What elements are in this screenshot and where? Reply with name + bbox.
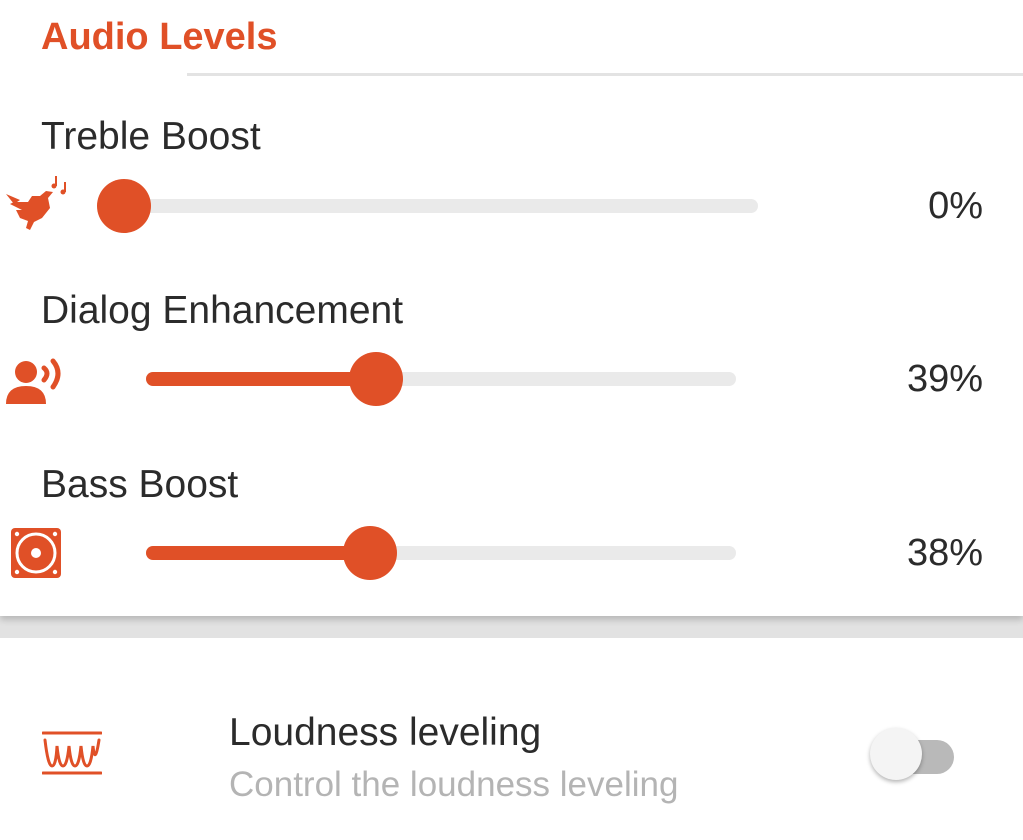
slider-thumb[interactable] xyxy=(97,179,151,233)
subwoofer-icon xyxy=(11,528,61,583)
audio-levels-card: Audio Levels Treble Boost 0% Dialog Enha… xyxy=(0,0,1023,616)
slider-thumb[interactable] xyxy=(349,352,404,406)
bird-icon xyxy=(6,174,70,237)
dialog-enhancement-label: Dialog Enhancement xyxy=(41,289,404,332)
loudness-leveling-title: Loudness leveling xyxy=(229,711,542,754)
loudness-leveling-toggle[interactable] xyxy=(870,726,956,782)
dialog-enhancement-value: 39% xyxy=(906,358,983,400)
slider-thumb[interactable] xyxy=(343,526,398,580)
waveform-icon xyxy=(41,730,103,781)
speaking-person-icon xyxy=(6,356,68,411)
treble-boost-value: 0% xyxy=(928,185,983,227)
loudness-leveling-panel: Loudness leveling Control the loudness l… xyxy=(0,638,1023,840)
dialog-enhancement-row: Dialog Enhancement 39% xyxy=(0,288,1023,448)
loudness-leveling-subtitle: Control the loudness leveling xyxy=(229,765,679,804)
divider xyxy=(187,73,1023,76)
toggle-knob[interactable] xyxy=(870,728,922,780)
treble-boost-row: Treble Boost 0% xyxy=(0,114,1023,274)
bass-boost-row: Bass Boost 38% xyxy=(0,462,1023,622)
treble-boost-label: Treble Boost xyxy=(41,115,261,158)
treble-boost-slider[interactable] xyxy=(97,179,758,233)
bass-boost-slider[interactable] xyxy=(146,526,736,580)
section-title: Audio Levels xyxy=(41,16,278,58)
bass-boost-label: Bass Boost xyxy=(41,463,239,506)
slider-fill xyxy=(146,372,377,386)
bass-boost-value: 38% xyxy=(906,532,983,574)
slider-fill xyxy=(146,546,371,560)
dialog-enhancement-slider[interactable] xyxy=(146,352,736,406)
